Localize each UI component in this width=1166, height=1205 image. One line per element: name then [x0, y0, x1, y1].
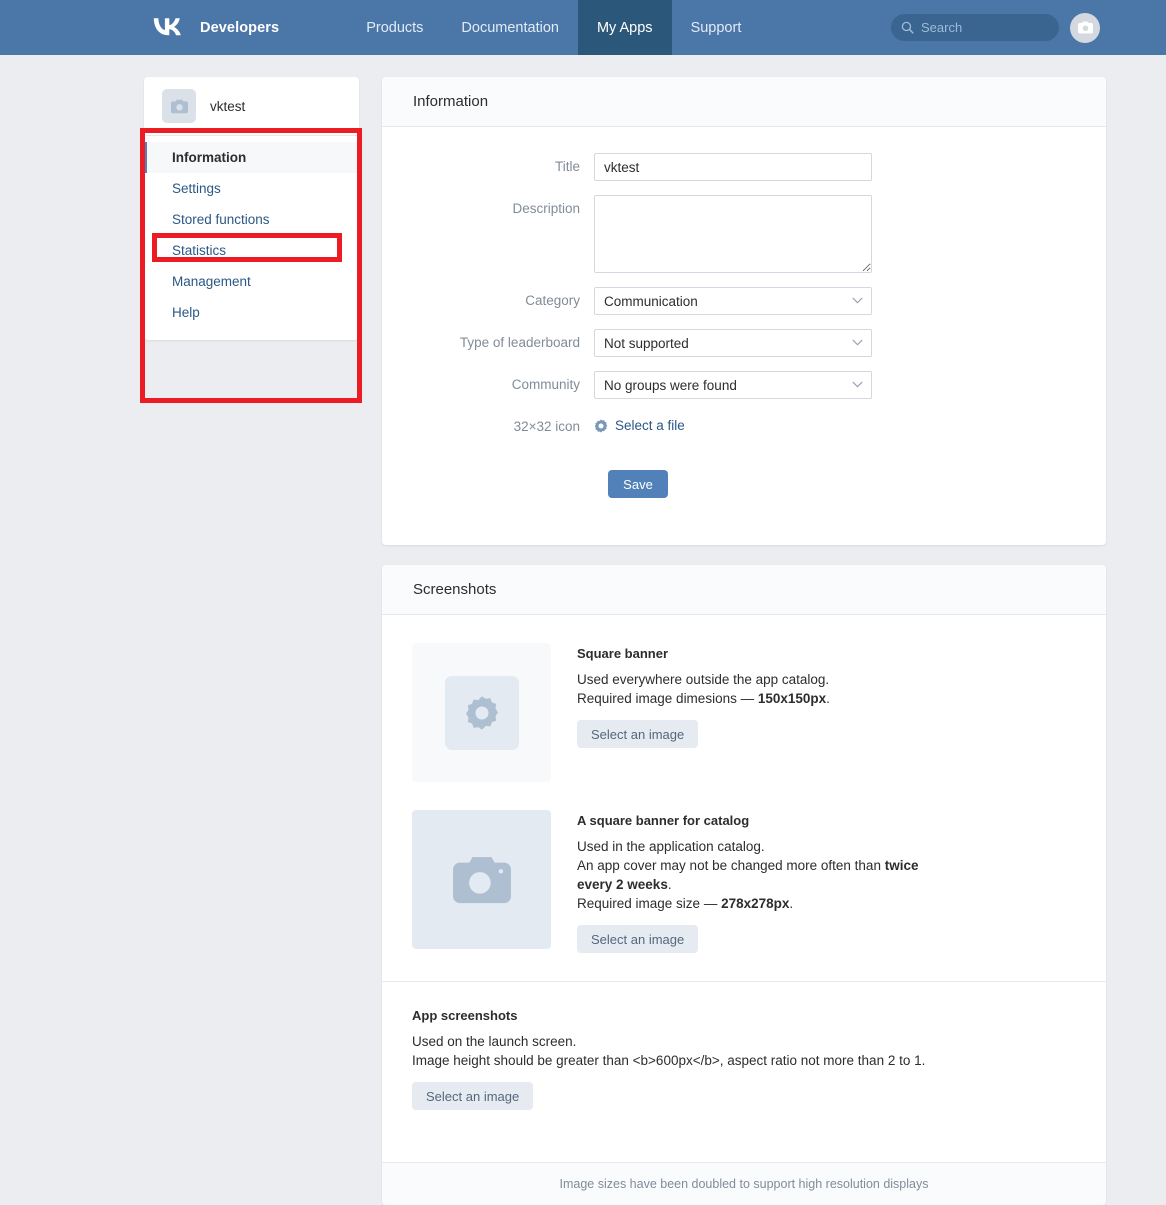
app-screenshots-block: App screenshots Used on the launch scree… — [382, 981, 1106, 1136]
app-header[interactable]: vktest — [144, 77, 359, 136]
information-card-title: Information — [382, 77, 1106, 127]
field-row-leaderboard: Type of leaderboard Not supported — [382, 329, 1106, 357]
app-sidebar: vktest Information Settings Stored funct… — [144, 77, 359, 340]
community-select[interactable]: No groups were found — [594, 371, 872, 399]
gear-icon — [464, 695, 500, 731]
app-screenshots-line1: Used on the launch screen. — [412, 1034, 576, 1049]
search-placeholder: Search — [921, 20, 962, 35]
sidebar-item-management[interactable]: Management — [144, 266, 359, 297]
square-banner-title: Square banner — [577, 646, 830, 661]
catalog-banner-line2-post: . — [668, 877, 672, 892]
screenshot-block-catalog-banner: A square banner for catalog Used in the … — [382, 782, 1106, 953]
catalog-banner-line3-bold: 278x278px — [721, 896, 789, 911]
top-navigation-bar: Developers Products Documentation My App… — [0, 0, 1166, 55]
app-screenshots-title: App screenshots — [412, 1008, 1076, 1023]
sidebar-item-stored-functions[interactable]: Stored functions — [144, 204, 359, 235]
square-banner-line2-pre: Required image dimesions — — [577, 691, 758, 706]
category-select[interactable]: Communication — [594, 287, 872, 315]
square-banner-line2-bold: 150x150px — [758, 691, 826, 706]
catalog-banner-line3-post: . — [789, 896, 793, 911]
square-banner-description: Used everywhere outside the app catalog.… — [577, 670, 830, 708]
field-row-icon32: 32×32 icon Select a file — [382, 413, 1106, 434]
search-input[interactable]: Search — [891, 14, 1059, 41]
sidebar-item-information[interactable]: Information — [144, 142, 359, 173]
leaderboard-label: Type of leaderboard — [382, 329, 594, 350]
app-avatar[interactable] — [162, 89, 196, 123]
app-name-label: vktest — [210, 99, 245, 114]
icon32-label: 32×32 icon — [382, 413, 594, 434]
select-image-button-catalog-banner[interactable]: Select an image — [577, 925, 698, 953]
sidebar-item-help[interactable]: Help — [144, 297, 359, 328]
gear-icon — [594, 419, 608, 433]
title-label: Title — [382, 153, 594, 174]
square-banner-line2-post: . — [826, 691, 830, 706]
information-form: Title Description Category Communication — [382, 127, 1106, 498]
camera-icon — [453, 855, 511, 905]
catalog-banner-line2-pre: An app cover may not be changed more oft… — [577, 858, 885, 873]
catalog-banner-info: A square banner for catalog Used in the … — [577, 810, 957, 953]
brand-label: Developers — [200, 20, 279, 36]
nav-link-documentation[interactable]: Documentation — [442, 0, 578, 55]
catalog-banner-thumbnail[interactable] — [412, 810, 551, 949]
nav-links: Products Documentation My Apps Support — [347, 0, 760, 55]
select-image-button-square-banner[interactable]: Select an image — [577, 720, 698, 748]
search-icon — [901, 21, 914, 34]
camera-icon — [1078, 21, 1093, 34]
sidebar-item-settings[interactable]: Settings — [144, 173, 359, 204]
brand-area[interactable]: Developers — [148, 0, 279, 55]
catalog-banner-line3-pre: Required image size — — [577, 896, 721, 911]
screenshot-block-square-banner: Square banner Used everywhere outside th… — [382, 615, 1106, 782]
catalog-banner-title: A square banner for catalog — [577, 813, 957, 828]
square-banner-line1: Used everywhere outside the app catalog. — [577, 672, 829, 687]
information-card: Information Title Description Category C… — [382, 77, 1106, 545]
app-screenshots-line2: Image height should be greater than <b>6… — [412, 1053, 925, 1068]
sidebar-menu: Information Settings Stored functions St… — [144, 136, 359, 340]
select-file-link[interactable]: Select a file — [615, 418, 685, 433]
screenshots-card-title: Screenshots — [382, 565, 1106, 615]
field-row-title: Title — [382, 153, 1106, 181]
nav-link-my-apps[interactable]: My Apps — [578, 0, 672, 55]
nav-right-area: Search — [891, 0, 1166, 55]
app-screenshots-description: Used on the launch screen. Image height … — [412, 1032, 1076, 1070]
camera-icon — [171, 99, 188, 114]
vk-logo-icon — [148, 15, 186, 41]
community-label: Community — [382, 371, 594, 392]
catalog-banner-description: Used in the application catalog. An app … — [577, 837, 957, 913]
nav-link-support[interactable]: Support — [672, 0, 761, 55]
square-banner-info: Square banner Used everywhere outside th… — [577, 643, 830, 782]
select-image-button-app-screenshots[interactable]: Select an image — [412, 1082, 533, 1110]
catalog-banner-line1: Used in the application catalog. — [577, 839, 765, 854]
title-input[interactable] — [594, 153, 872, 181]
screenshots-card: Screenshots Square banner Used everywher… — [382, 565, 1106, 1205]
field-row-category: Category Communication — [382, 287, 1106, 315]
description-textarea[interactable] — [594, 195, 872, 273]
nav-link-products[interactable]: Products — [347, 0, 442, 55]
avatar[interactable] — [1070, 13, 1100, 43]
sidebar-item-statistics[interactable]: Statistics — [144, 235, 359, 266]
description-label: Description — [382, 195, 594, 216]
square-banner-thumbnail[interactable] — [412, 643, 551, 782]
category-label: Category — [382, 287, 594, 308]
leaderboard-select[interactable]: Not supported — [594, 329, 872, 357]
select-file-row[interactable]: Select a file — [594, 413, 685, 433]
field-row-community: Community No groups were found — [382, 371, 1106, 399]
field-row-description: Description — [382, 195, 1106, 273]
save-button[interactable]: Save — [608, 470, 668, 498]
